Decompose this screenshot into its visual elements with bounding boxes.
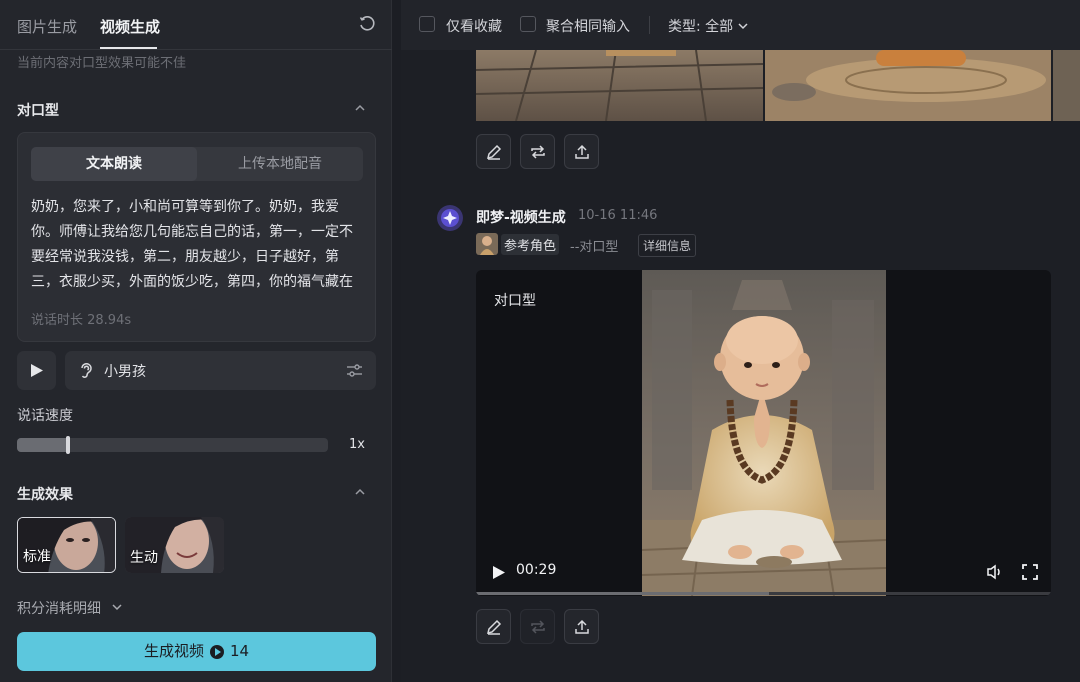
play-icon [31, 364, 43, 377]
effect-label: 生动 [130, 550, 158, 566]
voice-name: 小男孩 [104, 364, 146, 380]
export-button[interactable] [564, 609, 599, 644]
mode-tabs: 图片生成 视频生成 [0, 0, 392, 50]
record-time: 11:46 [619, 208, 658, 223]
favorites-checkbox[interactable] [419, 16, 435, 32]
pencil-icon [486, 619, 502, 635]
chevron-down-icon[interactable] [111, 601, 123, 613]
upload-icon [575, 144, 589, 159]
effect-label: 标准 [23, 549, 51, 565]
video-time: 00:29 [516, 562, 557, 578]
chevron-up-icon[interactable] [354, 102, 366, 114]
sliders-icon[interactable] [346, 362, 363, 379]
effect-option-vivid[interactable]: 生动 [125, 517, 224, 573]
play-icon[interactable] [492, 565, 506, 580]
preview-play-button[interactable] [17, 351, 56, 390]
detail-info-button[interactable]: 详细信息 [638, 234, 697, 257]
app-avatar-icon [437, 205, 463, 231]
reference-image [476, 233, 498, 255]
record-title: 即梦-视频生成 [476, 210, 566, 226]
speech-duration: 说话时长 28.94s [31, 313, 132, 328]
points-icon [209, 644, 224, 659]
video-mode-tag: 对口型 [494, 293, 536, 309]
export-button[interactable] [564, 134, 599, 169]
filter-bar: 仅看收藏 聚合相同输入 类型: 全部 [401, 0, 1080, 50]
record-mode: --对口型 [570, 240, 619, 255]
quality-hint: 当前内容对口型效果可能不佳 [17, 56, 187, 71]
chevron-down-icon[interactable] [737, 20, 749, 32]
chevron-up-icon[interactable] [354, 486, 366, 498]
video-frame [642, 270, 886, 596]
divider [649, 16, 650, 34]
mode-upload-audio[interactable]: 上传本地配音 [197, 147, 363, 181]
voice-selector[interactable]: 小男孩 [65, 351, 376, 390]
script-card: 文本朗读 上传本地配音 奶奶，您来了，小和尚可算等到你了。奶奶，我爱你。师傅让我… [17, 132, 376, 342]
input-mode-toggle: 文本朗读 上传本地配音 [31, 147, 363, 181]
script-textarea[interactable]: 奶奶，您来了，小和尚可算等到你了。奶奶，我爱你。师傅让我给您几句能忘自己的话，第… [31, 195, 365, 295]
type-filter[interactable]: 类型: 全部 [668, 16, 733, 36]
speed-slider[interactable] [17, 436, 328, 454]
effect-section-title: 生成效果 [17, 487, 73, 503]
upload-icon [575, 619, 589, 634]
edit-button[interactable] [476, 134, 511, 169]
edit-button[interactable] [476, 609, 511, 644]
tab-image-generation[interactable]: 图片生成 [17, 16, 77, 37]
lipsync-section-title: 对口型 [17, 103, 59, 119]
merge-inputs-checkbox[interactable] [520, 16, 536, 32]
regenerate-button[interactable] [520, 609, 555, 644]
record-date: 10-16 [578, 208, 616, 223]
generate-label: 生成视频 [143, 642, 204, 660]
merge-inputs-label[interactable]: 聚合相同输入 [546, 16, 630, 36]
speed-slider-fill [17, 438, 69, 452]
speed-slider-thumb[interactable] [66, 436, 71, 454]
pencil-icon [486, 144, 502, 160]
favorites-label[interactable]: 仅看收藏 [446, 16, 502, 36]
settings-panel: 图片生成 视频生成 当前内容对口型效果可能不佳 对口型 文本朗读 上传本地配音 … [0, 0, 392, 682]
refresh-icon[interactable] [358, 15, 376, 33]
generate-video-button[interactable]: 生成视频 14 [17, 632, 376, 671]
regenerate-button[interactable] [520, 134, 555, 169]
fullscreen-icon[interactable] [1022, 564, 1038, 580]
results-panel: 仅看收藏 聚合相同输入 类型: 全部 即梦-视频生成 10-16 11:46 参… [401, 0, 1080, 682]
speed-value: 1x [349, 437, 365, 452]
reference-role-tag[interactable]: 参考角色 [501, 234, 560, 255]
repeat-icon [531, 620, 545, 634]
video-player[interactable]: 对口型 00:29 [476, 270, 1051, 596]
video-progress-fill [476, 592, 770, 595]
generate-cost: 14 [229, 642, 250, 660]
mode-text-reading[interactable]: 文本朗读 [31, 147, 197, 181]
reference-thumbnail[interactable] [476, 233, 498, 255]
result-image [476, 50, 1080, 121]
speed-label: 说话速度 [17, 408, 73, 424]
video-progress-bar[interactable] [476, 592, 1051, 595]
effect-option-standard[interactable]: 标准 [17, 517, 116, 573]
active-tab-indicator [100, 47, 157, 49]
repeat-icon [531, 145, 545, 159]
tab-video-generation[interactable]: 视频生成 [100, 16, 160, 37]
volume-icon[interactable] [986, 564, 1004, 580]
points-detail-toggle[interactable]: 积分消耗明细 [17, 598, 101, 618]
previous-result-thumbnails[interactable] [476, 50, 1080, 121]
record-timestamp: 10-16 11:46 [578, 208, 657, 223]
ear-icon [81, 363, 92, 378]
